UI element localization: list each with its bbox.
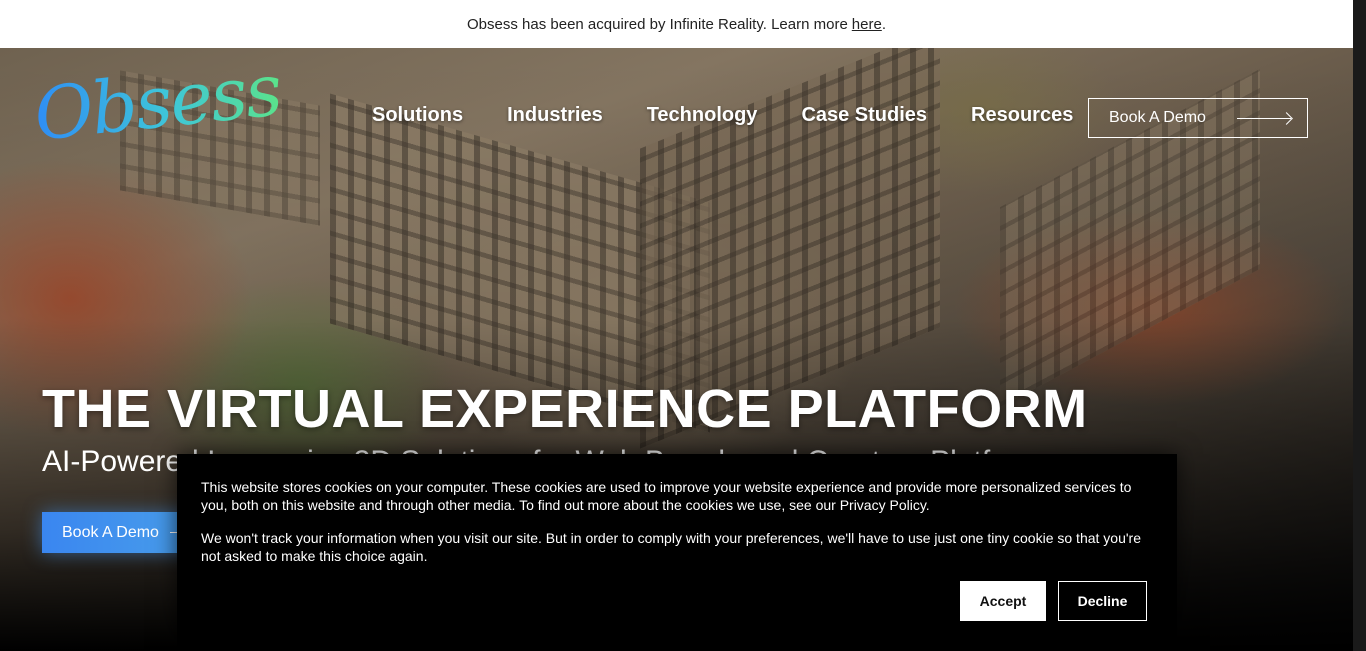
cookie-text-1: This website stores cookies on your comp… (201, 479, 1132, 513)
announcement-text: Obsess has been acquired by Infinite Rea… (467, 15, 848, 33)
nav-item-industries[interactable]: Industries (507, 104, 603, 127)
nav-item-resources[interactable]: Resources (971, 104, 1073, 127)
hero-cta-label: Book A Demo (62, 523, 159, 541)
book-demo-label: Book A Demo (1109, 109, 1206, 126)
decline-button[interactable]: Decline (1058, 581, 1147, 621)
nav-item-case-studies[interactable]: Case Studies (801, 104, 927, 127)
cookie-banner: This website stores cookies on your comp… (177, 454, 1177, 651)
cookie-text-2: We won't track your information when you… (201, 530, 1141, 564)
hero-title: THE VIRTUAL EXPERIENCE PLATFORM (42, 379, 1088, 439)
announcement-bar: Obsess has been acquired by Infinite Rea… (0, 0, 1353, 48)
announcement-link[interactable]: here (852, 16, 882, 33)
book-demo-button[interactable]: Book A Demo (1088, 98, 1308, 138)
main-nav: Solutions Industries Technology Case Stu… (372, 104, 1117, 127)
nav-item-technology[interactable]: Technology (647, 104, 758, 127)
arrow-right-icon (1237, 118, 1291, 119)
nav-item-solutions[interactable]: Solutions (372, 104, 463, 127)
announcement-suffix: . (881, 15, 886, 33)
cookie-actions: Accept Decline (960, 581, 1147, 621)
scrollbar[interactable] (1353, 0, 1366, 651)
accept-button[interactable]: Accept (960, 581, 1046, 621)
